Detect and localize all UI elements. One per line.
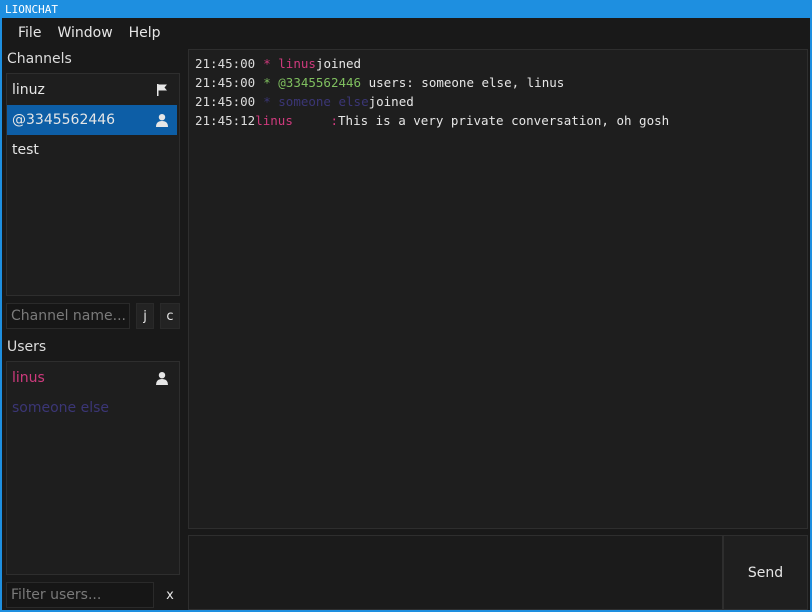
user-name: linus xyxy=(12,370,45,386)
users-heading: Users xyxy=(7,339,47,355)
window-title: LIONCHAT xyxy=(2,2,810,18)
message-nick: linus xyxy=(255,113,331,128)
menu-bar: File Window Help xyxy=(2,20,810,46)
create-channel-button[interactable]: c xyxy=(160,303,180,329)
channel-name: test xyxy=(12,142,39,158)
message-prefix: * xyxy=(263,94,271,109)
message-nick: @3345562446 xyxy=(278,75,362,90)
send-button[interactable]: Send xyxy=(723,535,808,610)
channel-item-linuz[interactable]: linuz xyxy=(7,75,177,105)
user-name: someone else xyxy=(12,400,110,416)
flag-icon xyxy=(157,84,167,96)
message-timestamp: 21:45:00 xyxy=(195,94,256,109)
message-row: 21:45:00 * linusjoined xyxy=(195,54,361,73)
message-row: 21:45:12linus :This is a very private co… xyxy=(195,111,669,130)
user-item-linus[interactable]: linus xyxy=(7,363,177,393)
message-timestamp: 21:45:00 xyxy=(195,75,256,90)
channel-name: linuz xyxy=(12,82,45,98)
user-list: linus someone else xyxy=(6,361,180,575)
channel-name: @3345562446 xyxy=(12,112,116,128)
message-timestamp: 21:45:00 xyxy=(195,56,256,71)
channel-item-test[interactable]: test xyxy=(7,135,177,165)
user-icon xyxy=(156,114,168,127)
message-text: This is a very private conversation, oh … xyxy=(338,113,670,128)
channel-item-3345562446[interactable]: @3345562446 xyxy=(7,105,177,135)
menu-window[interactable]: Window xyxy=(49,25,120,41)
menu-help[interactable]: Help xyxy=(121,25,169,41)
message-text: joined xyxy=(368,94,414,109)
message-nick: linus xyxy=(278,56,316,71)
message-row: 21:45:00 * @3345562446 users: someone els… xyxy=(195,73,564,92)
message-timestamp: 21:45:12 xyxy=(195,113,256,128)
clear-filter-button[interactable]: x xyxy=(160,582,180,608)
user-item-someone-else[interactable]: someone else xyxy=(7,393,177,423)
message-text: joined xyxy=(315,56,362,71)
message-prefix: * xyxy=(263,56,271,71)
filter-users-input[interactable] xyxy=(6,582,154,608)
message-text: users: someone else, linus xyxy=(368,75,565,90)
channel-list: linuz @3345562446 test xyxy=(6,73,180,296)
message-prefix: * xyxy=(263,75,271,90)
user-icon xyxy=(156,372,168,385)
message-row: 21:45:00 * someone elsejoined xyxy=(195,92,414,111)
menu-file[interactable]: File xyxy=(10,25,49,41)
message-nick: someone else xyxy=(278,94,369,109)
message-input[interactable] xyxy=(188,535,723,610)
message-log: 21:45:00 * linusjoined 21:45:00 * @3345562… xyxy=(188,49,808,529)
message-separator: : xyxy=(330,113,339,128)
channel-name-input[interactable] xyxy=(6,303,130,329)
app-window: LIONCHAT File Window Help Channels linuz… xyxy=(0,0,812,612)
join-channel-button[interactable]: j xyxy=(136,303,154,329)
channels-heading: Channels xyxy=(7,51,72,67)
